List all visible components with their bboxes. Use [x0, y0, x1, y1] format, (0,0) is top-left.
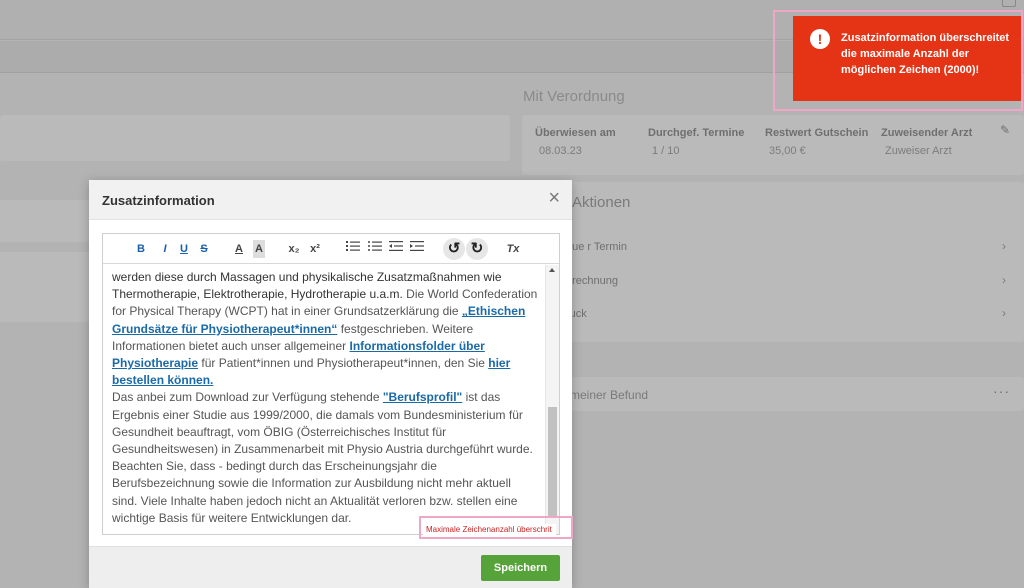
dialog-title: Zusatzinformation — [102, 193, 215, 208]
action-billing[interactable]: brechnung — [566, 275, 618, 287]
subscript-button[interactable]: x₂ — [287, 240, 301, 258]
content-text: für Patient*innen und Physiotherapeut*in… — [198, 356, 489, 371]
close-icon[interactable]: × — [548, 188, 560, 208]
warning-highlight-frame — [419, 516, 573, 539]
text-color-button[interactable]: A — [233, 240, 245, 258]
left-panel-strip — [0, 200, 90, 242]
prescription-card: Überwiesen am 08.03.23 Durchgef. Termine… — [522, 115, 1024, 175]
redo-icon[interactable]: ↻ — [466, 238, 488, 260]
edit-icon[interactable]: ✎ — [1000, 124, 1012, 136]
card-column: Zuweisender Arzt Zuweiser Arzt — [881, 127, 972, 157]
left-panel-card — [0, 115, 510, 161]
actions-title: Aktionen — [572, 194, 631, 211]
underline-button[interactable]: U — [178, 240, 190, 258]
column-header: Überwiesen am — [535, 127, 616, 139]
background-color-button[interactable]: A — [253, 240, 265, 258]
editor-scrollbar[interactable] — [545, 265, 559, 534]
numbered-list-icon[interactable] — [346, 240, 360, 258]
cut-off-line — [112, 265, 538, 269]
chevron-right-icon: › — [1002, 306, 1006, 320]
dialog-footer: Speichern — [89, 546, 572, 588]
profile-link[interactable]: "Berufsprofil" — [383, 390, 462, 404]
findings-label: meiner Befund — [570, 388, 649, 402]
italic-button[interactable]: I — [160, 240, 170, 258]
save-button[interactable]: Speichern — [481, 555, 560, 581]
superscript-button[interactable]: x² — [308, 240, 322, 258]
chevron-right-icon: › — [1002, 239, 1006, 253]
column-header: Restwert Gutschein — [765, 127, 869, 139]
column-value: 1 / 10 — [652, 145, 680, 157]
rich-text-editor: B I U S A A x₂ x² ↺ ↻ Tx werden diese du… — [102, 233, 560, 535]
bullet-list-icon[interactable] — [368, 240, 382, 258]
scroll-up-icon[interactable] — [549, 268, 555, 272]
scroll-thumb[interactable] — [548, 407, 557, 517]
findings-panel: meiner Befund ··· — [522, 377, 1024, 411]
section-title: Mit Verordnung — [523, 88, 625, 105]
card-column: Restwert Gutschein 35,00 € — [765, 127, 868, 157]
card-column: Überwiesen am 08.03.23 — [535, 127, 616, 157]
bold-button[interactable]: B — [135, 240, 147, 258]
chevron-right-icon: › — [1002, 273, 1006, 287]
editor-toolbar: B I U S A A x₂ x² ↺ ↻ Tx — [103, 234, 559, 264]
indent-icon[interactable] — [410, 240, 424, 258]
outdent-icon[interactable] — [389, 240, 403, 258]
undo-icon[interactable]: ↺ — [443, 238, 465, 260]
left-panel-strip — [0, 252, 90, 322]
more-options-icon[interactable]: ··· — [993, 383, 1010, 399]
strikethrough-button[interactable]: S — [198, 240, 210, 258]
clear-format-icon[interactable]: Tx — [506, 240, 520, 258]
column-header: Durchgef. Termine — [648, 127, 745, 139]
card-column: Durchgef. Termine 1 / 10 — [648, 127, 744, 157]
column-value: 35,00 € — [769, 145, 806, 157]
alert-icon: ! — [810, 29, 830, 49]
content-text: ist das Ergebnis einer Studie aus 1999/2… — [112, 390, 533, 525]
actions-panel: Aktionen eue r Termin › brechnung › ruck… — [522, 182, 1024, 342]
editor-content[interactable]: werden diese durch Massagen und physikal… — [103, 265, 547, 534]
column-value: Zuweiser Arzt — [885, 145, 952, 157]
column-header: Zuweisender Arzt — [881, 127, 973, 139]
content-text: Das anbei zum Download zur Verfügung ste… — [112, 390, 383, 405]
tray-icon — [1002, 0, 1016, 7]
additional-info-dialog: Zusatzinformation × B I U S A A x₂ x² ↺ … — [89, 180, 573, 588]
column-value: 08.03.23 — [539, 145, 582, 157]
action-new-appointment[interactable]: eue r Termin — [566, 241, 627, 253]
dialog-header: Zusatzinformation × — [89, 180, 572, 220]
error-toast[interactable]: ! Zusatzinformation überschreitet die ma… — [793, 16, 1021, 101]
toast-message: Zusatzinformation überschreitet die maxi… — [841, 32, 1010, 76]
